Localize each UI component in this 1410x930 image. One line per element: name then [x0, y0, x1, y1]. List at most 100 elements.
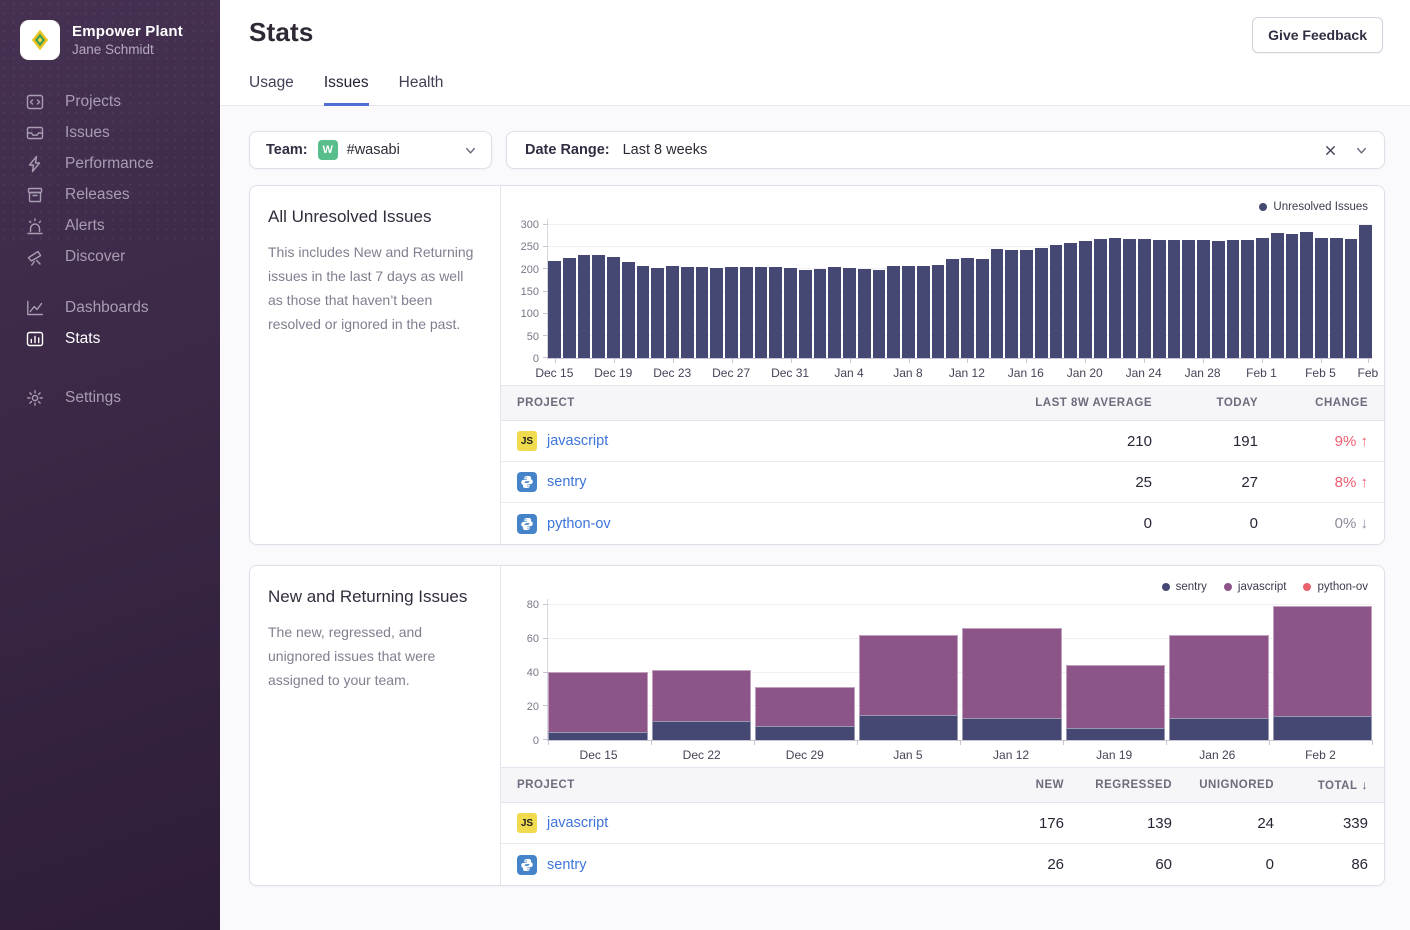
- give-feedback-button[interactable]: Give Feedback: [1252, 17, 1383, 53]
- bar[interactable]: [725, 219, 738, 358]
- bar[interactable]: [681, 219, 694, 358]
- bar[interactable]: [976, 219, 989, 358]
- bar[interactable]: [755, 599, 855, 740]
- bar[interactable]: [1079, 219, 1092, 358]
- bar[interactable]: [607, 219, 620, 358]
- bar[interactable]: [1138, 219, 1151, 358]
- bar[interactable]: [696, 219, 709, 358]
- bar[interactable]: [902, 219, 915, 358]
- sidebar-item-projects[interactable]: Projects: [0, 86, 220, 117]
- sidebar-item-performance[interactable]: Performance: [0, 148, 220, 179]
- bar[interactable]: [932, 219, 945, 358]
- legend-item-unresolved-issues[interactable]: Unresolved Issues: [1259, 201, 1368, 213]
- x-tick-label: Dec 19: [594, 366, 632, 380]
- bar[interactable]: [652, 599, 752, 740]
- bar[interactable]: [1345, 219, 1358, 358]
- bar[interactable]: [1182, 219, 1195, 358]
- project-link[interactable]: javascript: [547, 433, 608, 449]
- bar[interactable]: [548, 219, 561, 358]
- legend-item-javascript[interactable]: javascript: [1224, 581, 1287, 593]
- bar[interactable]: [666, 219, 679, 358]
- sidebar-item-stats[interactable]: Stats: [0, 323, 220, 354]
- bar[interactable]: [799, 219, 812, 358]
- bar[interactable]: [946, 219, 959, 358]
- bar[interactable]: [622, 219, 635, 358]
- bar[interactable]: [1005, 219, 1018, 358]
- bar[interactable]: [740, 219, 753, 358]
- bar[interactable]: [1197, 219, 1210, 358]
- bar[interactable]: [859, 599, 959, 740]
- bar[interactable]: [961, 219, 974, 358]
- bar[interactable]: [1064, 219, 1077, 358]
- bar[interactable]: [1212, 219, 1225, 358]
- project-link[interactable]: javascript: [547, 815, 608, 831]
- tab-issues[interactable]: Issues: [324, 74, 369, 106]
- sidebar-item-issues[interactable]: Issues: [0, 117, 220, 148]
- panel-new-returning-issues: New and Returning Issues The new, regres…: [249, 565, 1385, 886]
- project-link[interactable]: python-ov: [547, 516, 611, 532]
- tab-usage[interactable]: Usage: [249, 74, 294, 106]
- sidebar-item-dashboards[interactable]: Dashboards: [0, 292, 220, 323]
- legend-item-sentry[interactable]: sentry: [1162, 581, 1207, 593]
- bar[interactable]: [843, 219, 856, 358]
- bar[interactable]: [887, 219, 900, 358]
- bar[interactable]: [1109, 219, 1122, 358]
- bar[interactable]: [637, 219, 650, 358]
- bar[interactable]: [1035, 219, 1048, 358]
- sidebar-item-discover[interactable]: Discover: [0, 241, 220, 272]
- clear-icon[interactable]: [1324, 144, 1337, 157]
- bar[interactable]: [1153, 219, 1166, 358]
- bar[interactable]: [991, 219, 1004, 358]
- bar[interactable]: [578, 219, 591, 358]
- team-filter[interactable]: Team: W #wasabi: [249, 131, 492, 169]
- sidebar-item-alerts[interactable]: Alerts: [0, 210, 220, 241]
- bar[interactable]: [592, 219, 605, 358]
- column-header-total[interactable]: Total↓: [1274, 778, 1368, 792]
- unresolved-issues-table: ProjectLast 8w AverageTodayChangeJSjavas…: [501, 385, 1384, 544]
- bar[interactable]: [814, 219, 827, 358]
- bar[interactable]: [1241, 219, 1254, 358]
- bar[interactable]: [755, 219, 768, 358]
- bar[interactable]: [1066, 599, 1166, 740]
- bar[interactable]: [1300, 219, 1313, 358]
- tab-health[interactable]: Health: [399, 74, 444, 106]
- bar[interactable]: [1123, 219, 1136, 358]
- bar[interactable]: [828, 219, 841, 358]
- bar[interactable]: [710, 219, 723, 358]
- sidebar-item-releases[interactable]: Releases: [0, 179, 220, 210]
- plot-area: [547, 599, 1372, 741]
- x-tick-label: Dec 31: [771, 366, 809, 380]
- project-link[interactable]: sentry: [547, 474, 587, 490]
- bar[interactable]: [1169, 599, 1269, 740]
- bar[interactable]: [1168, 219, 1181, 358]
- discover-icon: [26, 248, 44, 266]
- bar-segment-sentry: [859, 715, 959, 740]
- legend-item-python-ov[interactable]: python-ov: [1303, 581, 1368, 593]
- bar[interactable]: [1094, 219, 1107, 358]
- bar[interactable]: [1020, 219, 1033, 358]
- bar[interactable]: [1050, 219, 1063, 358]
- date-range-filter[interactable]: Date Range: Last 8 weeks: [506, 131, 1385, 169]
- bar[interactable]: [917, 219, 930, 358]
- bar[interactable]: [962, 599, 1062, 740]
- sidebar-item-settings[interactable]: Settings: [0, 382, 220, 413]
- bar[interactable]: [1330, 219, 1343, 358]
- bar[interactable]: [1273, 599, 1373, 740]
- bar[interactable]: [873, 219, 886, 358]
- bar[interactable]: [1227, 219, 1240, 358]
- bar[interactable]: [1359, 219, 1372, 358]
- plot-area: [547, 219, 1372, 359]
- panel-description: The new, regressed, and unignored issues…: [268, 620, 480, 692]
- bar[interactable]: [1315, 219, 1328, 358]
- bar[interactable]: [858, 219, 871, 358]
- bar[interactable]: [563, 219, 576, 358]
- project-link[interactable]: sentry: [547, 857, 587, 873]
- bar[interactable]: [1271, 219, 1284, 358]
- org-switcher[interactable]: Empower Plant Jane Schmidt: [0, 0, 220, 76]
- bar[interactable]: [784, 219, 797, 358]
- bar[interactable]: [1286, 219, 1299, 358]
- bar[interactable]: [651, 219, 664, 358]
- bar[interactable]: [548, 599, 648, 740]
- bar[interactable]: [1256, 219, 1269, 358]
- bar[interactable]: [769, 219, 782, 358]
